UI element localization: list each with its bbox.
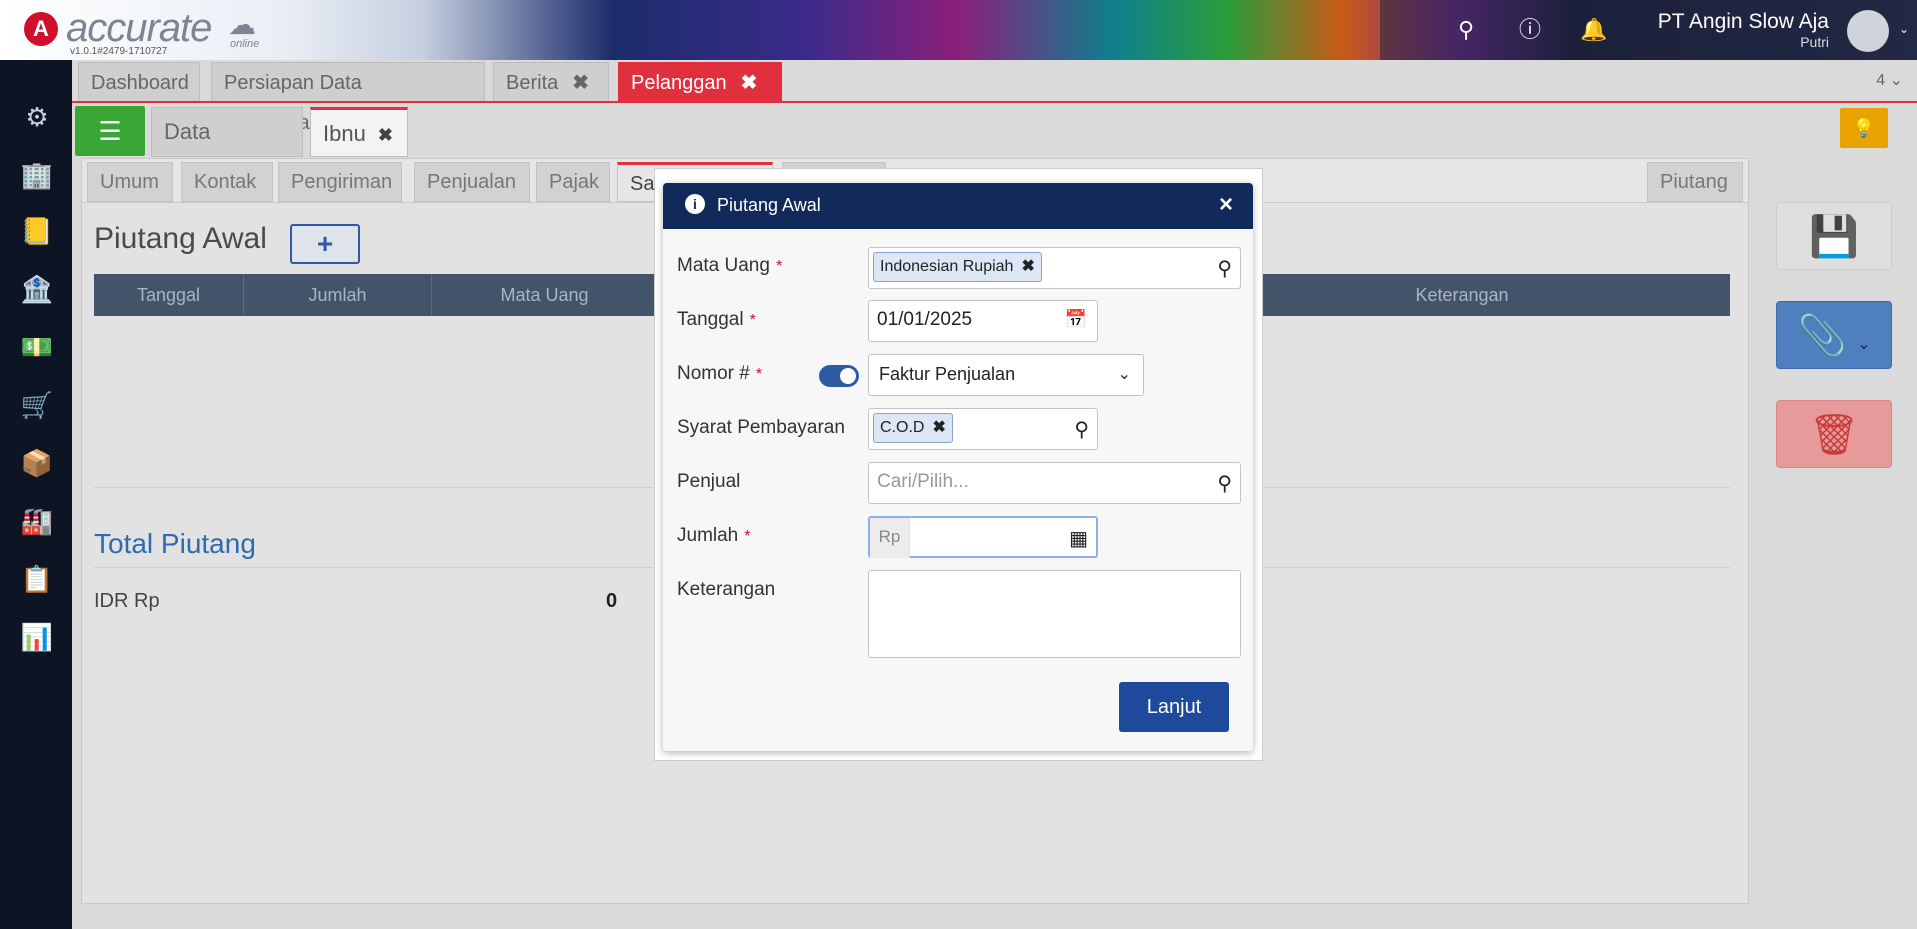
user-name: Putri [1800,34,1829,50]
remove-icon[interactable]: ✖ [932,419,945,436]
keterangan-label: Keterangan [677,579,776,600]
delete-button[interactable]: 🗑 [1776,400,1892,468]
tab-umum[interactable]: Umum [87,162,173,202]
tab-pelanggan[interactable]: Pelanggan ✖ [618,62,782,102]
mata-uang-label: Mata Uang * [677,255,783,276]
ledger-icon[interactable]: 📒 [20,214,54,248]
bell-icon[interactable]: 🔔 [1578,14,1610,46]
total-value: 0 [606,590,618,612]
purchase-icon[interactable]: 📦 [20,446,54,480]
tab-count[interactable]: 4 ⌄ [1876,70,1903,90]
nomor-label: Nomor # * [677,363,763,384]
close-icon[interactable]: ✖ [572,72,589,94]
nomor-toggle[interactable] [819,365,859,387]
close-icon[interactable]: ✖ [741,72,758,94]
nomor-value: Faktur Penjualan [879,364,1016,384]
search-icon[interactable]: ⚲ [1217,471,1232,496]
jumlah-label: Jumlah * [677,525,751,546]
tab-berita[interactable]: Berita ✖ [493,62,609,102]
close-icon[interactable]: × [1219,191,1233,219]
attach-button[interactable]: 📎 ⌄ [1776,301,1892,369]
top-bar: A accurate ☁ online v1.0.1#2479-1710727 … [0,0,1917,60]
tab-kontak[interactable]: Kontak [181,162,273,202]
company-icon[interactable]: 🏢 [20,158,54,192]
inventory-icon[interactable]: 🏭 [20,504,54,538]
tanggal-label: Tanggal * [677,309,756,330]
tab-penjualan[interactable]: Penjualan [414,162,530,202]
info-icon: i [685,194,705,214]
search-icon[interactable]: ⚲ [1217,256,1232,281]
calculator-icon[interactable]: ▦ [1069,526,1088,551]
sales-cart-icon[interactable]: 🛒 [20,388,54,422]
sidebar: ⚙ 🏢 📒 🏦 💵 🛒 📦 🏭 📋 📊 [0,60,72,929]
logo-sub: online [230,38,260,50]
dialog-header: i Piutang Awal × [663,183,1253,229]
section-title: Piutang Awal [94,222,267,255]
penjual-label: Penjual [677,471,741,492]
close-icon[interactable]: ✖ [378,125,393,145]
remove-icon[interactable]: ✖ [1021,258,1034,275]
search-icon[interactable]: ⚲ [1074,417,1089,442]
chevron-down-icon: ⌄ [1117,366,1131,383]
syarat-field[interactable]: C.O.D ✖ ⚲ [868,408,1098,450]
logo-text: accurate [66,6,212,50]
dialog-title: Piutang Awal [717,195,821,215]
paperclip-icon: 📎 [1797,314,1848,358]
tab-dashboard[interactable]: Dashboard [78,62,200,102]
column-mata-uang[interactable]: Mata Uang [432,274,658,316]
keterangan-textarea[interactable] [868,570,1241,658]
currency-prefix: Rp [870,518,910,558]
settings-icon[interactable]: ⚙ [20,100,54,134]
logo-mark-icon: A [24,12,58,46]
chevron-down-icon[interactable]: ⌄ [1899,22,1909,36]
column-keterangan[interactable]: Keterangan [1194,274,1730,316]
calendar-icon[interactable]: 📅 [1065,309,1087,330]
report-icon[interactable]: 📊 [20,620,54,654]
total-title: Total Piutang [94,528,256,559]
tanggal-value: 01/01/2025 [877,309,973,330]
penjual-field[interactable]: Cari/Pilih... ⚲ [868,462,1241,504]
cloud-icon: ☁ [228,9,256,40]
pin-icon[interactable]: 💡 [1840,108,1888,148]
search-icon[interactable]: ⚲ [1450,14,1482,46]
tab-persiapan[interactable]: Persiapan Data Perusahaan [211,62,485,134]
jumlah-field[interactable]: Rp ▦ [868,516,1098,558]
column-tanggal[interactable]: Tanggal [94,274,244,316]
add-button[interactable]: + [290,224,360,264]
mata-uang-chip: Indonesian Rupiah ✖ [873,252,1042,282]
avatar[interactable] [1847,10,1889,52]
tab-ibnu[interactable]: Ibnu ✖ [310,107,408,157]
penjual-placeholder: Cari/Pilih... [877,471,969,492]
bank-icon[interactable]: 🏦 [20,272,54,306]
column-jumlah[interactable]: Jumlah [244,274,432,316]
piutang-awal-dialog: i Piutang Awal × Mata Uang * Indonesian R… [663,183,1253,751]
nomor-select[interactable]: Faktur Penjualan ⌄ [868,354,1144,396]
total-currency: IDR Rp [94,590,160,612]
syarat-label: Syarat Pembayaran [677,417,845,438]
tax-icon[interactable]: 📋 [20,562,54,596]
app-logo[interactable]: A accurate ☁ online v1.0.1#2479-1710727 [18,6,288,57]
lanjut-button[interactable]: Lanjut [1119,682,1229,732]
save-icon: 💾 [1809,215,1859,259]
list-button[interactable]: ☰ [75,106,145,156]
receivable-icon[interactable]: 💵 [20,330,54,364]
trash-icon: 🗑 [1808,413,1860,457]
company-info[interactable]: PT Angin Slow Aja Putri [1658,10,1829,50]
tab-piutang[interactable]: Piutang [1647,162,1743,202]
tanggal-field[interactable]: 01/01/2025 📅 [868,300,1098,342]
company-name: PT Angin Slow Aja [1657,10,1829,33]
tab-pengiriman[interactable]: Pengiriman [278,162,402,202]
tab-data-baru[interactable]: Data Baru✖ [151,107,303,192]
save-button[interactable]: 💾 [1776,202,1892,270]
help-icon[interactable]: ⓘ [1514,14,1546,46]
mata-uang-field[interactable]: Indonesian Rupiah ✖ ⚲ [868,247,1241,289]
syarat-chip: C.O.D ✖ [873,413,953,443]
app-version: v1.0.1#2479-1710727 [70,46,168,57]
tab-pajak[interactable]: Pajak [536,162,610,202]
chevron-down-icon: ⌄ [1857,336,1871,353]
